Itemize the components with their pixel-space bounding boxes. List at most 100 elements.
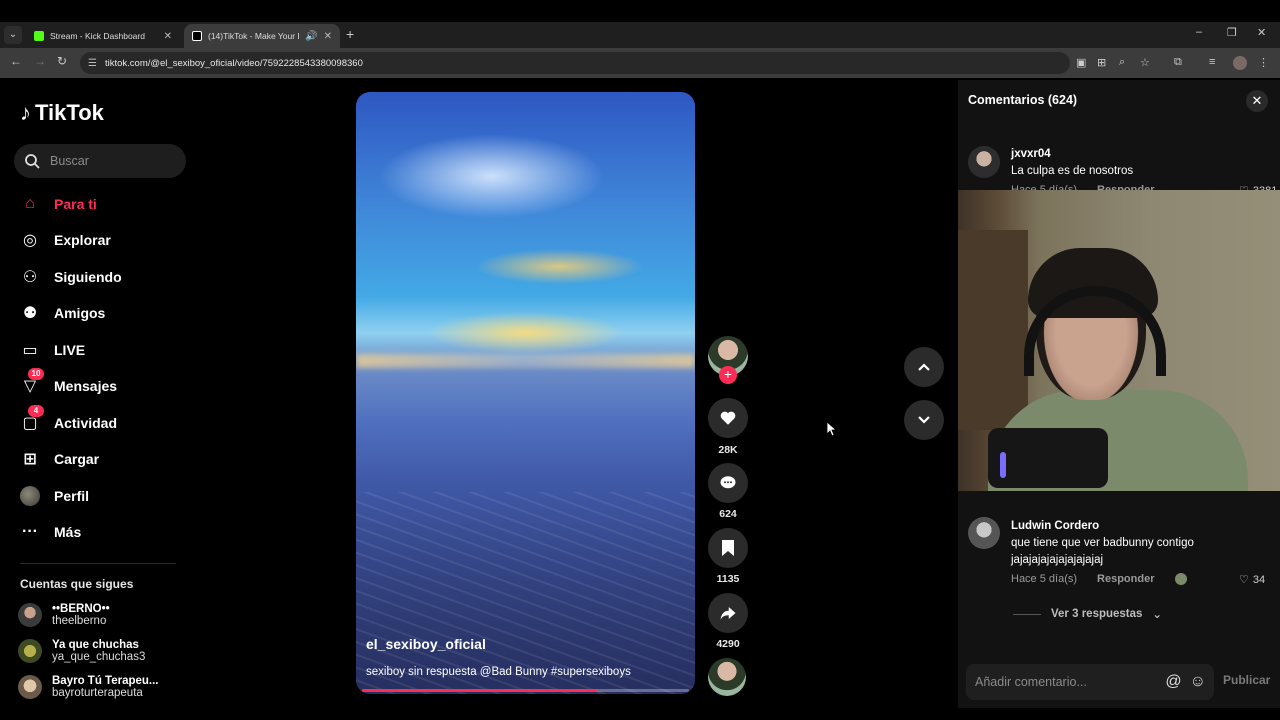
comment-meta: Hace 5 día(s) Responder xyxy=(1011,573,1187,585)
share-icon xyxy=(720,607,736,620)
tab-kick-dashboard[interactable]: Stream - Kick Dashboard ✕ xyxy=(26,24,180,48)
minimize-button[interactable]: – xyxy=(1196,26,1202,38)
webcam-overlay xyxy=(958,190,1280,491)
more-icon: ··· xyxy=(22,523,38,540)
followed-account[interactable]: Ya que chuchas ya_que_chuchas3 xyxy=(18,639,145,663)
audio-icon[interactable]: 🔊 xyxy=(305,31,317,42)
site-info-icon[interactable]: ☰ xyxy=(88,58,97,69)
next-video-button[interactable] xyxy=(904,400,944,440)
bookmark-star-icon[interactable]: ☆ xyxy=(1140,56,1150,69)
view-replies-button[interactable]: Ver 3 respuestas ⌄ xyxy=(1013,607,1162,621)
nav-actividad[interactable]: ▢ 4 Actividad xyxy=(20,405,118,436)
compass-icon: ◎ xyxy=(23,232,37,249)
video-author[interactable]: el_sexiboy_oficial xyxy=(366,636,486,652)
comments-title: Comentarios (624) xyxy=(968,93,1078,107)
bookmark-icon xyxy=(722,540,734,556)
nav-live[interactable]: ▭ LIVE xyxy=(20,337,85,363)
close-tab-icon[interactable]: ✕ xyxy=(164,31,172,42)
nav-label: Actividad xyxy=(54,415,118,431)
account-avatar xyxy=(18,639,42,663)
chevron-down-icon xyxy=(918,416,930,424)
emoji-icon[interactable]: ☺ xyxy=(1190,673,1206,691)
comment-placeholder: Añadir comentario... xyxy=(975,675,1087,689)
comment-time: Hace 5 día(s) xyxy=(1011,573,1078,585)
followed-account[interactable]: Bayro Tú Terapeu... bayroturterapeuta xyxy=(18,675,159,699)
kick-favicon-icon xyxy=(34,31,44,41)
media-icon[interactable]: ≡ xyxy=(1209,56,1215,68)
comment-input[interactable]: Añadir comentario... @ ☺ xyxy=(966,664,1214,700)
title-strip xyxy=(0,0,1280,22)
close-tab-icon[interactable]: ✕ xyxy=(324,31,332,42)
view-replies-label: Ver 3 respuestas xyxy=(1051,608,1143,620)
comment-button[interactable] xyxy=(708,463,748,503)
zoom-icon[interactable]: ⌕ xyxy=(1119,56,1125,69)
new-tab-button[interactable]: + xyxy=(346,26,354,42)
nav-siguiendo[interactable]: ⚇ Siguiendo xyxy=(20,264,122,290)
account-name: Ya que chuchas xyxy=(52,639,139,651)
sound-avatar[interactable] xyxy=(708,658,746,696)
profile-avatar xyxy=(20,486,40,506)
follow-plus-icon[interactable]: + xyxy=(719,366,737,384)
nav-label: Para ti xyxy=(54,196,97,212)
tab-title: Stream - Kick Dashboard xyxy=(50,31,145,41)
extensions-icon[interactable]: ⧉ xyxy=(1174,56,1182,69)
nav-label: Cargar xyxy=(54,451,100,467)
tab-title: (14)TikTok - Make Your Day xyxy=(208,31,299,41)
comment-like[interactable]: ♡ 34 xyxy=(1239,573,1265,587)
like-button[interactable] xyxy=(708,398,748,438)
horizon-reflection xyxy=(356,354,695,368)
profile-avatar[interactable] xyxy=(1233,56,1247,70)
search-placeholder: Buscar xyxy=(50,154,89,168)
tab-search-dropdown[interactable]: ⌄ xyxy=(4,26,22,44)
url-field[interactable]: ☰ tiktok.com/@el_sexiboy_oficial/video/7… xyxy=(80,52,1070,74)
close-window-button[interactable]: ✕ xyxy=(1257,26,1266,39)
menu-dots-icon[interactable]: ⋮ xyxy=(1258,56,1269,69)
tiktok-logo[interactable]: ♪ TikTok xyxy=(20,100,104,126)
address-bar-row: ← → ↻ ☰ tiktok.com/@el_sexiboy_oficial/v… xyxy=(0,48,1280,78)
comment-username[interactable]: Ludwin Cordero xyxy=(1011,520,1099,532)
translate-icon[interactable]: ⊞ xyxy=(1097,56,1106,69)
commenter-avatar[interactable] xyxy=(968,146,1000,178)
account-handle: theelberno xyxy=(52,615,107,627)
commenter-avatar[interactable] xyxy=(968,517,1000,549)
account-handle: ya_que_chuchas3 xyxy=(52,651,146,663)
nav-label: Mensajes xyxy=(54,378,118,394)
reload-icon[interactable]: ↻ xyxy=(57,54,67,68)
mouse-cursor-icon xyxy=(826,421,836,437)
tab-tiktok[interactable]: (14)TikTok - Make Your Day 🔊 ✕ xyxy=(184,24,340,48)
mention-icon[interactable]: @ xyxy=(1165,673,1181,691)
back-icon[interactable]: ← xyxy=(10,54,22,68)
comment-username[interactable]: jxvxr04 xyxy=(1011,148,1051,160)
webcam-background-door xyxy=(958,230,1028,430)
sidebar-divider xyxy=(20,563,176,564)
followed-account[interactable]: ••BERNO•• theelberno xyxy=(18,603,110,627)
nav-perfil[interactable]: Perfil xyxy=(20,483,89,509)
reply-button[interactable]: Responder xyxy=(1097,573,1154,585)
close-comments-button[interactable]: ✕ xyxy=(1246,90,1268,112)
nav-para-ti[interactable]: ⌂ Para ti xyxy=(20,191,97,217)
live-icon: ▭ xyxy=(22,342,38,359)
cast-icon[interactable]: ▣ xyxy=(1076,56,1086,69)
previous-video-button[interactable] xyxy=(904,347,944,387)
share-button[interactable] xyxy=(708,593,748,633)
save-button[interactable] xyxy=(708,528,748,568)
nav-cargar[interactable]: ⊞ Cargar xyxy=(20,446,99,472)
tiktok-favicon-icon xyxy=(192,31,202,41)
video-progress-bar[interactable] xyxy=(362,689,689,692)
messages-icon: ▽ 10 xyxy=(20,368,44,396)
nav-explorar[interactable]: ◎ Explorar xyxy=(20,227,111,253)
heart-icon xyxy=(720,411,736,425)
nav-amigos[interactable]: ⚉ Amigos xyxy=(20,300,106,326)
nav-mensajes[interactable]: ▽ 10 Mensajes xyxy=(20,368,118,399)
search-input[interactable]: Buscar xyxy=(14,144,186,178)
activity-icon: ▢ 4 xyxy=(20,405,44,433)
account-avatar xyxy=(18,675,42,699)
forward-icon[interactable]: → xyxy=(34,54,46,68)
nav-mas[interactable]: ··· Más xyxy=(20,519,81,545)
maximize-button[interactable]: ❐ xyxy=(1227,26,1237,39)
video-caption[interactable]: sexiboy sin respuesta @Bad Bunny #supers… xyxy=(366,666,631,678)
share-count: 4290 xyxy=(716,638,740,650)
salt-flat-texture xyxy=(356,492,695,694)
video-player[interactable]: el_sexiboy_oficial sexiboy sin respuesta… xyxy=(356,92,695,694)
publish-button[interactable]: Publicar xyxy=(1223,673,1270,687)
